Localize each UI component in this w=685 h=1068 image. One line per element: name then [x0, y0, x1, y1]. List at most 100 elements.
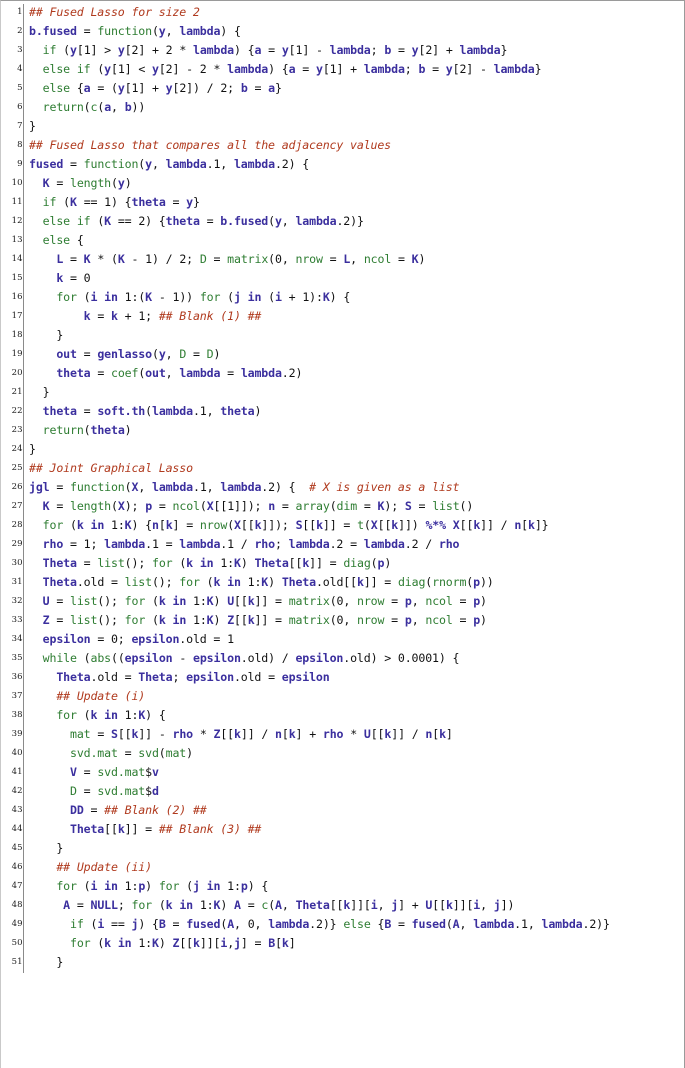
code-token-id: lambda [151, 404, 193, 418]
code-token-id: i [370, 898, 378, 912]
code-line-content: } [29, 441, 684, 460]
code-token-op [29, 271, 56, 285]
line-number: 39 [11, 729, 23, 739]
line-number: 8 [17, 140, 23, 150]
code-token-id: Z [42, 613, 50, 627]
code-token-op [29, 100, 43, 114]
code-token-op: [[ [179, 936, 194, 950]
code-token-op: ; [117, 898, 132, 912]
code-token-id: k in [76, 518, 105, 532]
code-token-op: ); [384, 499, 405, 513]
code-token-op: ( [83, 917, 98, 931]
code-token-op: ] = [172, 518, 200, 532]
code-token-id: K [411, 252, 419, 266]
code-token-op: , [165, 366, 180, 380]
line-number: 49 [11, 919, 23, 929]
code-token-op [29, 233, 43, 247]
code-line-content: } [29, 384, 684, 403]
code-token-op: ]] = [254, 594, 289, 608]
line-number: 31 [11, 577, 23, 587]
code-token-op [446, 518, 453, 532]
code-line-content: } [29, 954, 684, 973]
code-line-content: out = genlasso(y, D = D) [29, 346, 684, 365]
code-token-op: } [29, 841, 64, 855]
code-token-op: = [261, 43, 282, 57]
code-token-op: ) [186, 746, 193, 760]
code-token-fn: ncol [363, 252, 392, 266]
line-number: 27 [11, 501, 23, 511]
code-token-op: , 0, [234, 917, 269, 931]
code-token-id: A [275, 898, 282, 912]
code-line-content: b.fused = function(y, lambda) { [29, 23, 684, 42]
code-token-id: theta [56, 366, 91, 380]
code-token-op: ( [179, 879, 194, 893]
code-token-id: lambda [329, 43, 371, 57]
code-token-op: ( [151, 347, 159, 361]
code-token-fn: while [42, 651, 77, 665]
code-token-op: ; [274, 537, 289, 551]
code-token-fn: D [206, 347, 214, 361]
code-token-id: k in [90, 708, 118, 722]
code-line-row: 16 for (i in 1:(K - 1)) for (j in (i + 1… [1, 289, 684, 308]
code-token-op: ) [254, 404, 262, 418]
code-token-op: ( [111, 176, 118, 190]
code-token-op: ) [213, 594, 228, 608]
code-token-op: ; [404, 62, 419, 76]
code-token-id: K [233, 556, 241, 570]
code-token-id: k [247, 594, 255, 608]
code-token-id: U [363, 727, 371, 741]
code-token-op: ]]); [261, 518, 296, 532]
code-token-id: genlasso [97, 347, 152, 361]
code-token-op: = [76, 24, 98, 38]
line-number: 6 [17, 102, 23, 112]
code-line-content: while (abs((epsilon - epsilon.old) / eps… [29, 650, 684, 669]
code-token-op [29, 537, 43, 551]
code-line-row: 33 Z = list(); for (k in 1:K) Z[[k]] = m… [1, 612, 684, 631]
code-token-id: j [493, 898, 501, 912]
code-line-row: 46 ## Update (ii) [1, 859, 684, 878]
code-line-row: 26 jgl = function(X, lambda.1, lambda.2)… [1, 479, 684, 498]
code-token-id: K [104, 214, 111, 228]
code-line-row: 31 Theta.old = list(); for (k in 1:K) Th… [1, 574, 684, 593]
code-token-id: lambda [179, 537, 221, 551]
code-line-content: else {a = (y[1] + y[2]) / 2; b = a} [29, 80, 684, 99]
code-token-fn: ncol [172, 499, 200, 513]
code-token-op: (( [111, 651, 125, 665]
code-token-op: [[ [234, 613, 248, 627]
code-token-op: ]] = [363, 575, 398, 589]
code-line-content: D = svd.mat$d [29, 783, 684, 802]
code-token-id: y [117, 43, 125, 57]
code-token-id: lambda [152, 480, 193, 494]
line-number: 18 [11, 330, 23, 340]
code-line-row: 27 K = length(X); p = ncol(X[[1]]); n = … [1, 498, 684, 517]
code-token-cmt: ## Blank (3) ## [158, 822, 262, 836]
code-line-row: 37 ## Update (i) [1, 688, 684, 707]
code-token-fn: for [151, 556, 173, 570]
code-token-op: = [391, 917, 412, 931]
code-token-op: .2 / [404, 537, 439, 551]
code-token-op: } [193, 195, 200, 209]
code-token-op: 1: [117, 879, 139, 893]
code-token-cmt: ## Fused Lasso for size 2 [29, 5, 200, 19]
code-token-id: lambda [233, 157, 275, 171]
code-token-op: ( [90, 936, 105, 950]
code-token-id: k [445, 898, 453, 912]
line-number: 5 [17, 83, 23, 93]
code-token-id: k [316, 518, 323, 532]
code-listing-table: 1 ## Fused Lasso for size 22 b.fused = f… [1, 4, 684, 973]
code-line-content: if (y[1] > y[2] + 2 * lambda) {a = y[1] … [29, 42, 684, 61]
code-token-id: A [227, 917, 235, 931]
code-token-op: ( [199, 575, 214, 589]
code-token-op: ]][ [452, 898, 474, 912]
code-line-row: 8 ## Fused Lasso that compares all the a… [1, 137, 684, 156]
code-token-id: y [145, 157, 152, 171]
code-line-row: 34 epsilon = 0; epsilon.old = 1 [1, 631, 684, 650]
code-line-content: for (k in 1:K) {n[k] = nrow(X[[k]]); S[[… [29, 517, 684, 536]
code-token-op: , [377, 898, 392, 912]
code-token-op: = [391, 43, 412, 57]
code-token-op: } [29, 385, 50, 399]
code-token-op: ( [111, 499, 118, 513]
code-token-op [29, 366, 56, 380]
code-token-op: .1 = [145, 537, 180, 551]
code-token-id: k [439, 727, 446, 741]
